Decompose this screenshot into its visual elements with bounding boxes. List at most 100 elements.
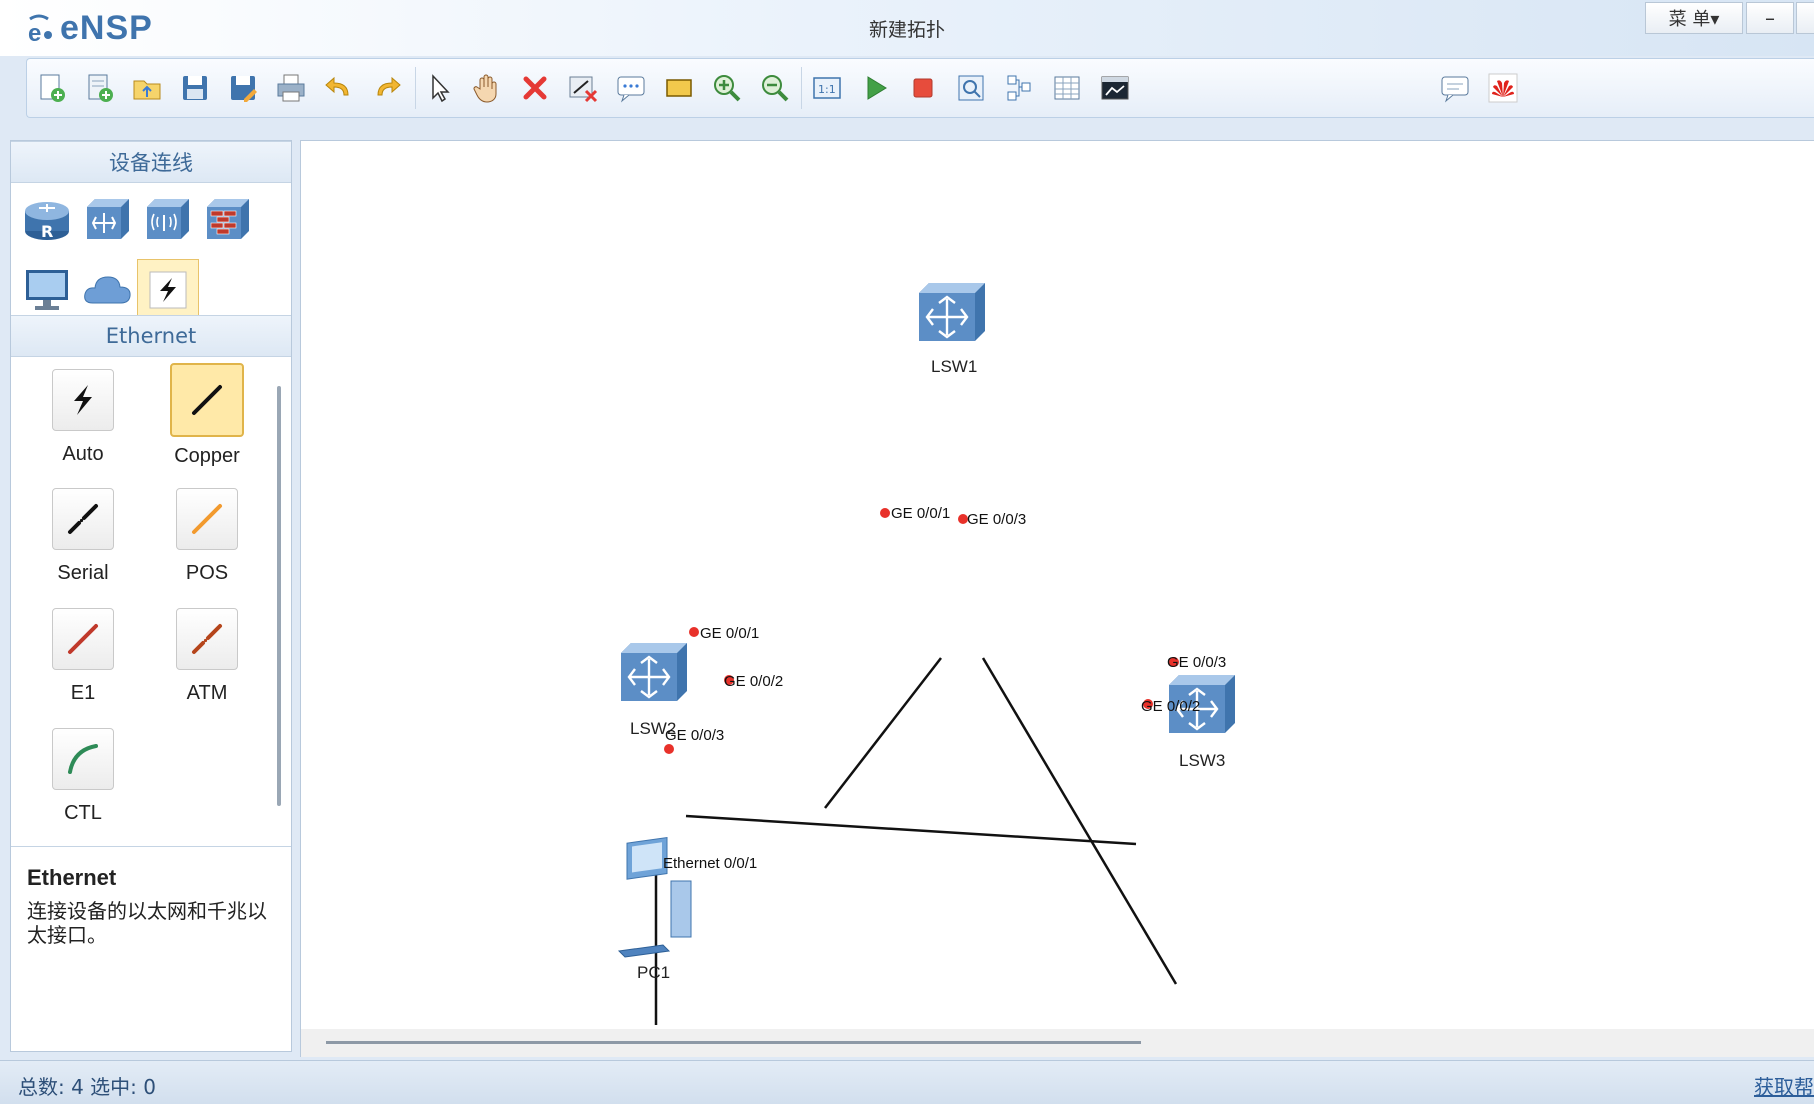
port-label: GE 0/0/1 xyxy=(700,625,759,642)
title-bar: e eNSP 新建拓扑 菜 单▾ – xyxy=(0,0,1814,56)
port-dot xyxy=(880,508,890,518)
fit-size-icon[interactable]: 1:1 xyxy=(807,68,847,108)
cable-ctl[interactable]: CTL xyxy=(21,728,145,840)
cable-serial[interactable]: Serial xyxy=(21,488,145,600)
svg-text:R: R xyxy=(41,222,53,241)
save-icon[interactable] xyxy=(175,68,215,108)
status-bar: 总数: 4 选中: 0 获取帮 xyxy=(0,1060,1814,1104)
ctl-cable-icon xyxy=(52,728,114,790)
cable-copper[interactable]: Copper xyxy=(145,363,269,475)
cable-label-copper: Copper xyxy=(174,445,240,467)
cloud-icon xyxy=(84,276,131,304)
switch-icon xyxy=(87,199,129,239)
copper-cable-icon xyxy=(170,363,244,437)
open-icon[interactable] xyxy=(127,68,167,108)
toolbar-separator xyxy=(415,67,416,109)
delete-icon[interactable] xyxy=(515,68,555,108)
port-label: Ethernet 0/0/1 xyxy=(663,855,757,872)
cable-label-auto: Auto xyxy=(62,443,104,465)
topology-diagram[interactable]: LSW1 LSW2 LSW3 PC1 GE 0/0/1 GE 0/0/3 GE … xyxy=(301,141,1814,1031)
add-text-icon[interactable] xyxy=(611,68,651,108)
pos-cable-icon xyxy=(176,488,238,550)
svg-text:1:1: 1:1 xyxy=(818,83,836,96)
port-label: GE 0/0/1 xyxy=(891,505,950,522)
main-toolbar: 1:1 xyxy=(26,58,1814,118)
switch-lsw3[interactable]: LSW3 xyxy=(1167,673,1237,770)
cable-label-serial: Serial xyxy=(57,562,109,584)
palette-icon[interactable] xyxy=(659,68,699,108)
device-label-lsw1: LSW1 xyxy=(931,357,977,376)
print-icon[interactable] xyxy=(271,68,311,108)
link-lsw2-lsw3[interactable] xyxy=(685,814,1137,846)
start-devices-icon[interactable] xyxy=(855,68,895,108)
cli-icon[interactable] xyxy=(1095,68,1135,108)
port-dot xyxy=(664,744,674,754)
redo-icon[interactable] xyxy=(367,68,407,108)
cable-pos[interactable]: POS xyxy=(145,488,269,600)
cable-auto[interactable]: Auto xyxy=(21,369,145,481)
terminal-device[interactable] xyxy=(17,259,77,319)
device-panel-header: 设备连线 xyxy=(11,141,291,183)
zoom-out-icon[interactable] xyxy=(755,68,795,108)
show-grid-icon[interactable] xyxy=(999,68,1039,108)
switch-device[interactable] xyxy=(77,189,137,249)
pan-hand-icon[interactable] xyxy=(467,68,507,108)
firewall-icon xyxy=(207,199,249,239)
cable-description: Ethernet 连接设备的以太网和千兆以太接口。 xyxy=(11,846,291,1050)
cable-e1[interactable]: E1 xyxy=(21,608,145,720)
help-link[interactable]: 获取帮 xyxy=(1754,1071,1814,1100)
cable-atm[interactable]: ATM xyxy=(145,608,269,720)
auto-link-icon xyxy=(149,271,187,309)
port-label: GE 0/0/3 xyxy=(967,511,1026,528)
port-label: GE 0/0/2 xyxy=(724,673,783,690)
chat-forum-icon[interactable] xyxy=(1435,68,1475,108)
menu-button[interactable]: 菜 单▾ xyxy=(1645,2,1743,34)
toolbar-separator xyxy=(801,67,802,109)
topology-canvas[interactable]: LSW1 LSW2 LSW3 PC1 GE 0/0/1 GE 0/0/3 GE … xyxy=(300,140,1814,1057)
link-device[interactable] xyxy=(137,259,199,321)
cloud-device[interactable] xyxy=(77,259,137,319)
atm-cable-icon xyxy=(176,608,238,670)
wlan-icon xyxy=(147,199,189,239)
undo-icon[interactable] xyxy=(319,68,359,108)
router-icon: R xyxy=(25,202,69,241)
auto-cable-icon xyxy=(52,369,114,431)
stop-devices-icon[interactable] xyxy=(903,68,943,108)
close-button[interactable] xyxy=(1796,2,1814,34)
serial-cable-icon xyxy=(52,488,114,550)
cable-label-atm: ATM xyxy=(186,682,228,704)
cable-label-pos: POS xyxy=(185,562,229,584)
port-label: GE 0/0/3 xyxy=(1167,654,1226,671)
huawei-logo-icon[interactable] xyxy=(1483,68,1523,108)
cable-panel-header: Ethernet xyxy=(11,315,291,357)
capture-data-icon[interactable] xyxy=(951,68,991,108)
wlan-device[interactable] xyxy=(137,189,197,249)
device-label-lsw3: LSW3 xyxy=(1179,751,1225,770)
new-example-icon[interactable] xyxy=(79,68,119,108)
save-as-icon[interactable] xyxy=(223,68,263,108)
zoom-in-icon[interactable] xyxy=(707,68,747,108)
select-pointer-icon[interactable] xyxy=(419,68,459,108)
cable-list-scrollbar[interactable] xyxy=(277,386,281,806)
e1-cable-icon xyxy=(52,608,114,670)
port-dot xyxy=(689,627,699,637)
firewall-device[interactable] xyxy=(197,189,257,249)
link-lsw1-lsw2[interactable] xyxy=(824,657,942,809)
port-label: GE 0/0/2 xyxy=(1141,698,1200,715)
description-title: Ethernet xyxy=(27,865,117,890)
description-body: 连接设备的以太网和千兆以太接口。 xyxy=(27,899,267,947)
minimize-button[interactable]: – xyxy=(1746,2,1794,34)
left-panel: 设备连线 R Ethernet Auto Copper Serial POS E… xyxy=(10,140,292,1052)
canvas-horizontal-scrollbar[interactable] xyxy=(326,1041,1141,1044)
router-device[interactable]: R xyxy=(17,189,77,249)
cable-label-ctl: CTL xyxy=(64,802,102,824)
topology-table-icon[interactable] xyxy=(1047,68,1087,108)
port-label: GE 0/0/3 xyxy=(665,727,724,744)
new-topology-icon[interactable] xyxy=(31,68,71,108)
window-title: 新建拓扑 xyxy=(868,19,945,41)
delete-all-links-icon[interactable] xyxy=(563,68,603,108)
switch-lsw1[interactable]: LSW1 xyxy=(917,281,987,376)
ensp-window: e eNSP 新建拓扑 菜 单▾ – 1:1 设备连线 R Ethernet A… xyxy=(0,0,1814,1104)
pc-terminal-icon xyxy=(26,270,68,310)
switch-lsw2[interactable]: LSW2 xyxy=(619,641,689,738)
